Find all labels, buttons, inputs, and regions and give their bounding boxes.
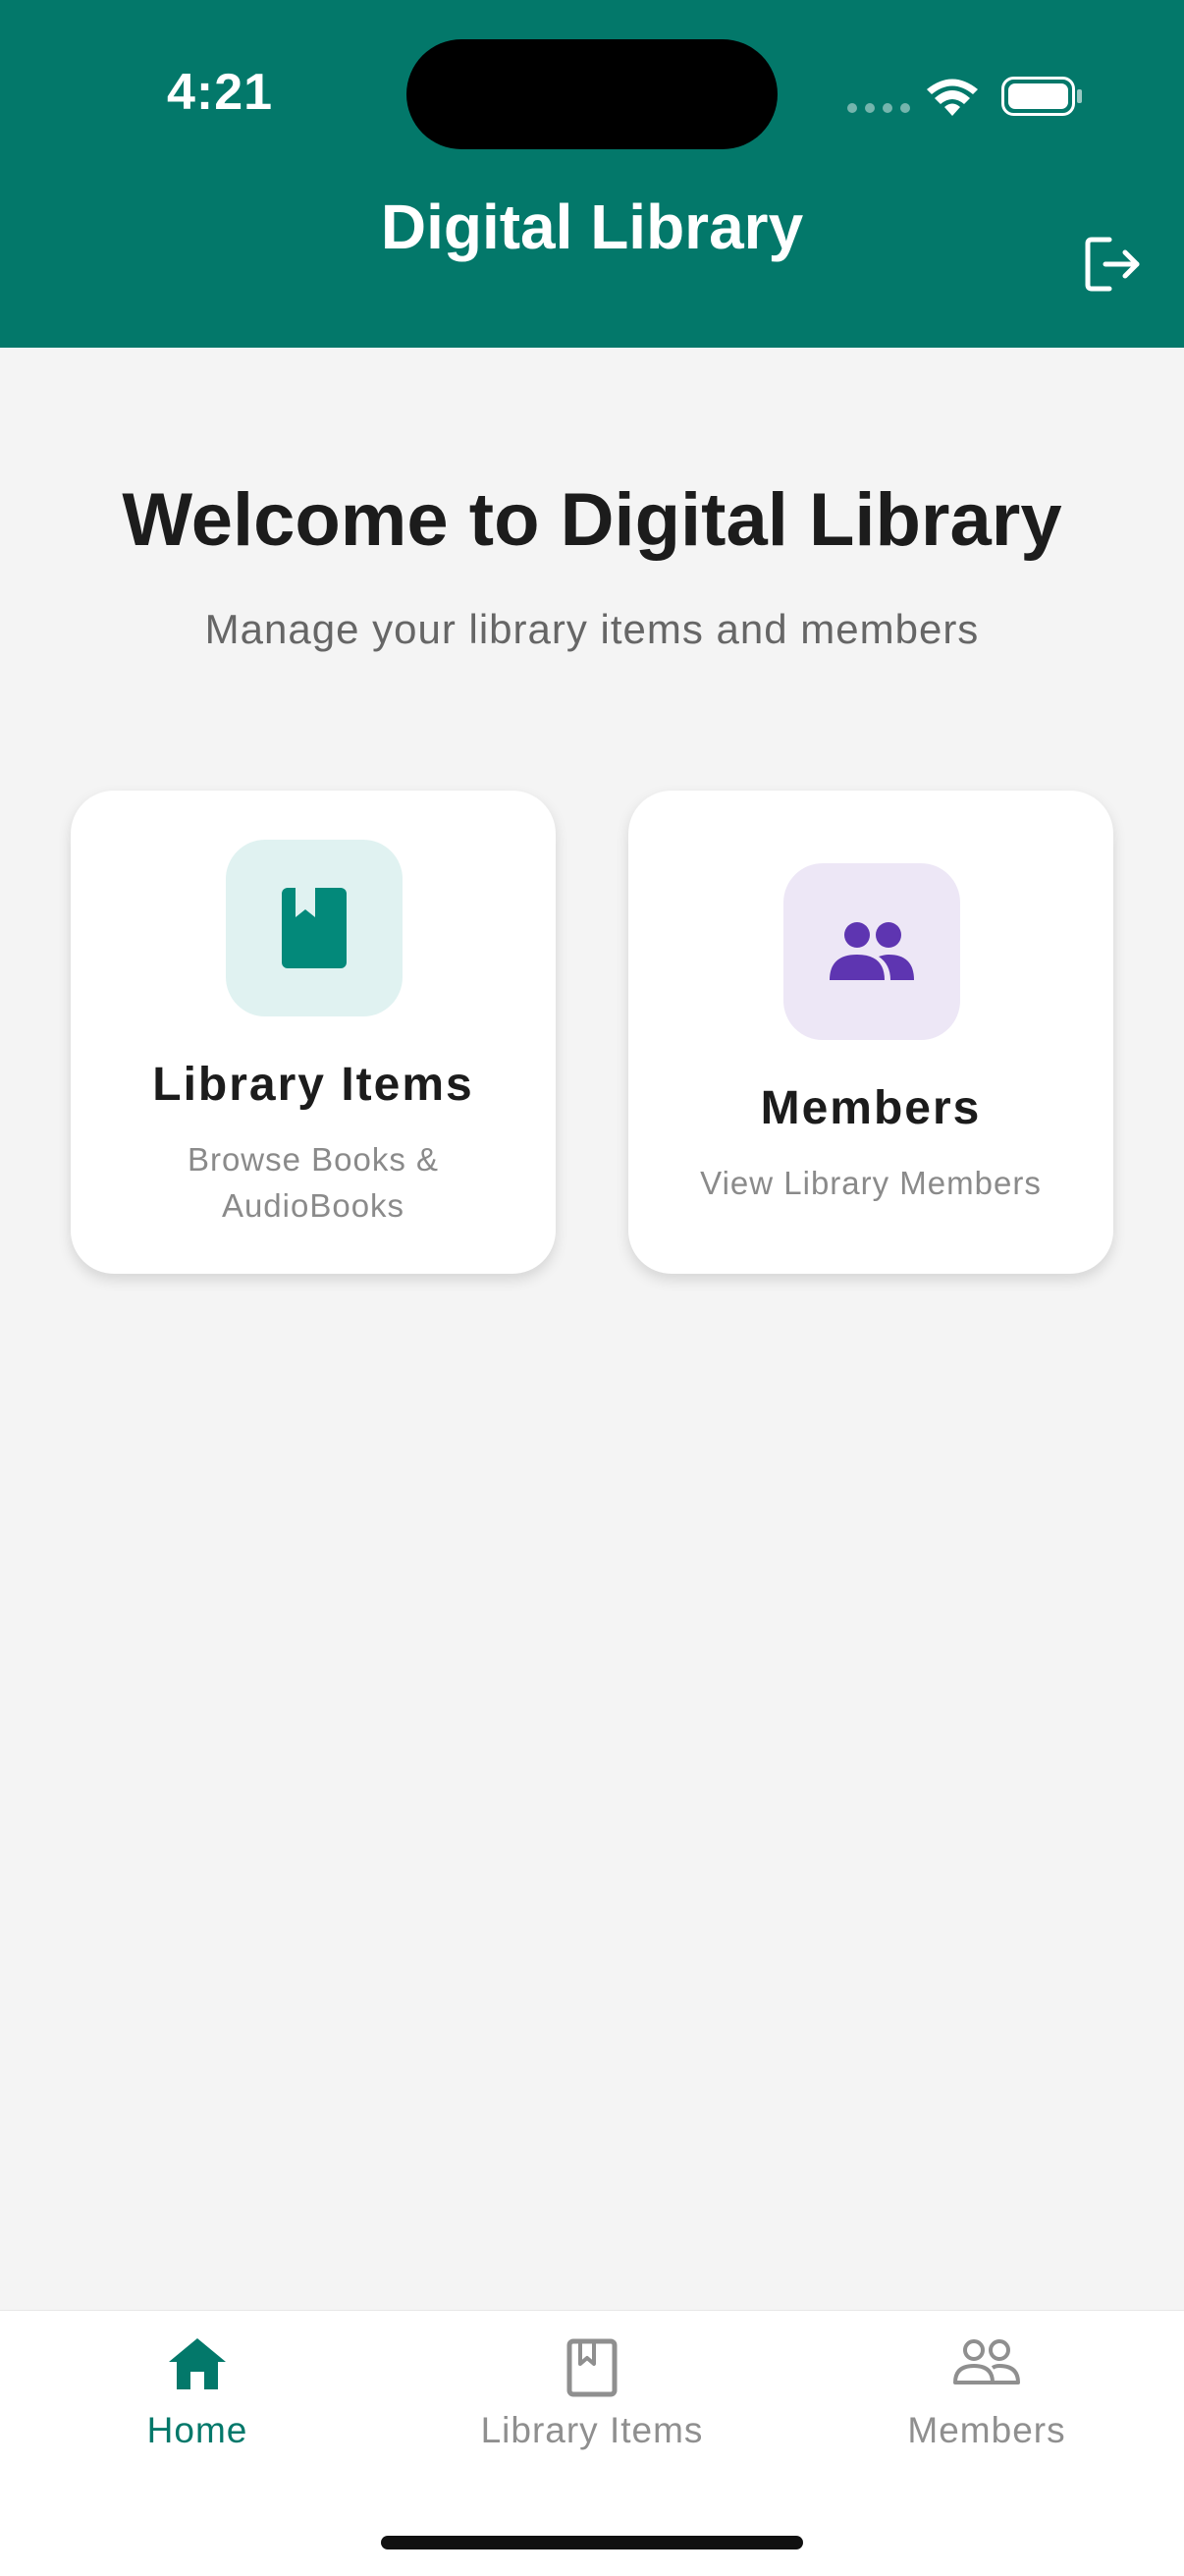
app-title: Digital Library <box>380 192 804 262</box>
home-icon <box>169 2338 226 2389</box>
members-icon-box <box>783 863 960 1040</box>
library-items-card-subtitle: Browse Books & AudioBooks <box>187 1141 440 1224</box>
nav-label-members: Members <box>907 2410 1066 2450</box>
logout-icon[interactable] <box>1080 232 1145 297</box>
members-card[interactable]: Members View Library Members <box>628 791 1113 1274</box>
members-card-subtitle: View Library Members <box>700 1165 1042 1201</box>
members-card-title: Members <box>760 1082 982 1134</box>
signal-icon <box>847 103 910 113</box>
people-icon <box>830 922 914 980</box>
nav-label-home: Home <box>146 2410 248 2450</box>
book-outline-icon <box>566 2338 618 2397</box>
home-indicator <box>381 2536 803 2549</box>
nav-item-members[interactable]: Members <box>789 2311 1184 2468</box>
library-items-icon-box <box>226 840 403 1016</box>
status-time: 4:21 <box>167 64 274 121</box>
battery-icon <box>1001 77 1082 116</box>
library-items-card[interactable]: Library Items Browse Books & AudioBooks <box>71 791 556 1274</box>
app-bar: 4:21 Digital Library <box>0 0 1184 348</box>
library-items-card-title: Library Items <box>152 1059 474 1111</box>
welcome-subtitle: Manage your library items and members <box>204 606 980 652</box>
dynamic-island <box>406 39 778 149</box>
people-outline-icon <box>953 2339 1020 2384</box>
welcome-title: Welcome to Digital Library <box>122 478 1062 562</box>
nav-item-home[interactable]: Home <box>0 2311 395 2468</box>
wifi-icon <box>927 79 978 116</box>
book-icon <box>282 888 347 968</box>
nav-label-library-items: Library Items <box>480 2410 704 2450</box>
status-icons <box>847 77 1082 116</box>
nav-item-library-items[interactable]: Library Items <box>395 2311 789 2468</box>
